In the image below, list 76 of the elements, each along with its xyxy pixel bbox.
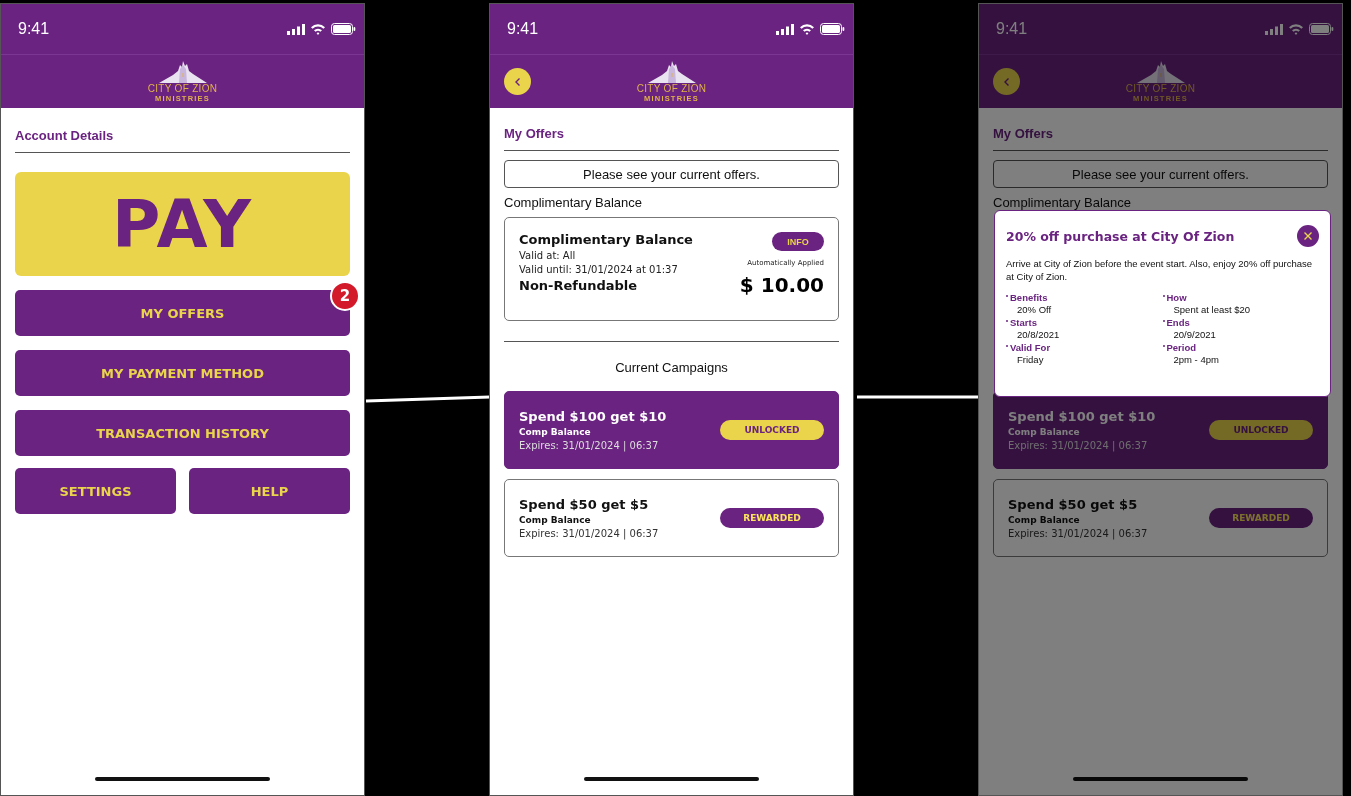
page-title: My Offers — [993, 126, 1054, 141]
campaign-subtitle: Comp Balance — [519, 515, 592, 525]
detail-label: Benefits — [1010, 292, 1048, 304]
logo-text: CITY OF ZION — [1125, 82, 1196, 94]
popup-description: Arrive at City of Zion before the event start. Also, enjoy 20% off purchase at City of Zion. — [1006, 257, 1314, 283]
detail-label: Valid For — [1010, 342, 1051, 354]
menu-button[interactable]: TRANSACTION HISTORY — [15, 410, 350, 456]
section-label: Complimentary Balance — [993, 195, 1132, 210]
detail-value: 20/9/2021 — [1172, 329, 1217, 341]
menu-button[interactable]: SETTINGS — [15, 468, 176, 514]
campaign-card[interactable]: Spend $50 get $5 Comp Balance Expires: 31/01/2024 | 06:37 REWARDED — [993, 479, 1328, 557]
campaign-title: Spend $100 get $10 — [1008, 409, 1156, 424]
close-button[interactable] — [1297, 225, 1319, 247]
notice-box: Please see your current offers. — [504, 160, 839, 188]
popup-title: 20% off purchase at City Of Zion — [1006, 228, 1235, 244]
campaign-title: Spend $100 get $10 — [519, 409, 667, 424]
notification-badge: 2 — [330, 281, 360, 311]
expiry-text: Expires: 31/01/2024 | 06:37 — [1008, 440, 1149, 451]
detail-value: Spent at least $20 — [1172, 304, 1252, 316]
refund-text: Non-Refundable — [519, 278, 639, 293]
status-time: 9:41 — [996, 20, 1028, 38]
battery-icon — [331, 23, 356, 35]
detail-label: Period — [1166, 342, 1197, 354]
close-icon — [1303, 231, 1313, 241]
detail-label: Ends — [1166, 317, 1190, 329]
campaign-subtitle: Comp Balance — [1008, 515, 1081, 525]
section-label: Complimentary Balance — [504, 195, 643, 210]
valid-until-text: Valid until: 31/01/2024 at 01:37 — [519, 264, 679, 275]
campaign-title: Spend $50 get $5 — [519, 497, 650, 512]
logo-icon — [1136, 60, 1185, 83]
campaign-card[interactable]: Spend $100 get $10 Comp Balance Expires: 31/01/2024 | 06:37 UNLOCKED — [993, 391, 1328, 469]
status-badge: REWARDED — [1209, 508, 1313, 528]
pay-button[interactable]: PAY — [15, 172, 350, 276]
status-time: 9:41 — [18, 20, 50, 38]
status-badge: UNLOCKED — [1209, 420, 1313, 440]
logo-icon — [158, 60, 207, 83]
page-title: My Offers — [504, 126, 565, 141]
campaign-title: Spend $50 get $5 — [1008, 497, 1139, 512]
battery-icon — [820, 23, 845, 35]
campaign-card[interactable]: Spend $100 get $10 Comp Balance Expires: 31/01/2024 | 06:37 UNLOCKED — [504, 391, 839, 469]
detail-label: How — [1166, 292, 1187, 304]
back-button[interactable] — [504, 68, 531, 95]
campaign-subtitle: Comp Balance — [1008, 427, 1081, 437]
back-button[interactable] — [993, 68, 1020, 95]
logo-text: CITY OF ZION — [636, 82, 707, 94]
expiry-text: Expires: 31/01/2024 | 06:37 — [519, 440, 660, 451]
detail-value: 2pm - 4pm — [1172, 354, 1220, 366]
logo-icon — [647, 60, 696, 83]
wifi-icon — [310, 23, 326, 35]
signal-icon — [1265, 23, 1283, 35]
detail-value: 20/8/2021 — [1016, 329, 1061, 341]
battery-icon — [1309, 23, 1334, 35]
wifi-icon — [799, 23, 815, 35]
campaign-subtitle: Comp Balance — [519, 427, 592, 437]
detail-value: 20% Off — [1016, 304, 1053, 316]
signal-icon — [287, 23, 305, 35]
section-heading: Current Campaigns — [614, 360, 729, 376]
notice-box: Please see your current offers. — [993, 160, 1328, 188]
status-badge: REWARDED — [720, 508, 824, 528]
section-title: Account Details — [15, 128, 115, 143]
card-title: Complimentary Balance — [519, 232, 693, 247]
logo-text: CITY OF ZION — [147, 82, 218, 94]
menu-button[interactable]: MY PAYMENT METHOD — [15, 350, 350, 396]
status-badge: UNLOCKED — [720, 420, 824, 440]
expiry-text: Expires: 31/01/2024 | 06:37 — [519, 528, 659, 539]
detail-value: Friday — [1016, 354, 1045, 366]
wifi-icon — [1288, 23, 1304, 35]
balance-amount: $ 10.00 — [739, 273, 824, 297]
detail-label: Starts — [1010, 317, 1037, 329]
info-button[interactable]: INFO — [772, 232, 824, 251]
signal-icon — [776, 23, 794, 35]
campaign-card[interactable]: Spend $50 get $5 Comp Balance Expires: 31/01/2024 | 06:37 REWARDED — [504, 479, 839, 557]
valid-at-text: Valid at: All — [519, 250, 577, 261]
status-time: 9:41 — [507, 20, 539, 38]
menu-button[interactable]: HELP — [189, 468, 350, 514]
expiry-text: Expires: 31/01/2024 | 06:37 — [1008, 528, 1148, 539]
